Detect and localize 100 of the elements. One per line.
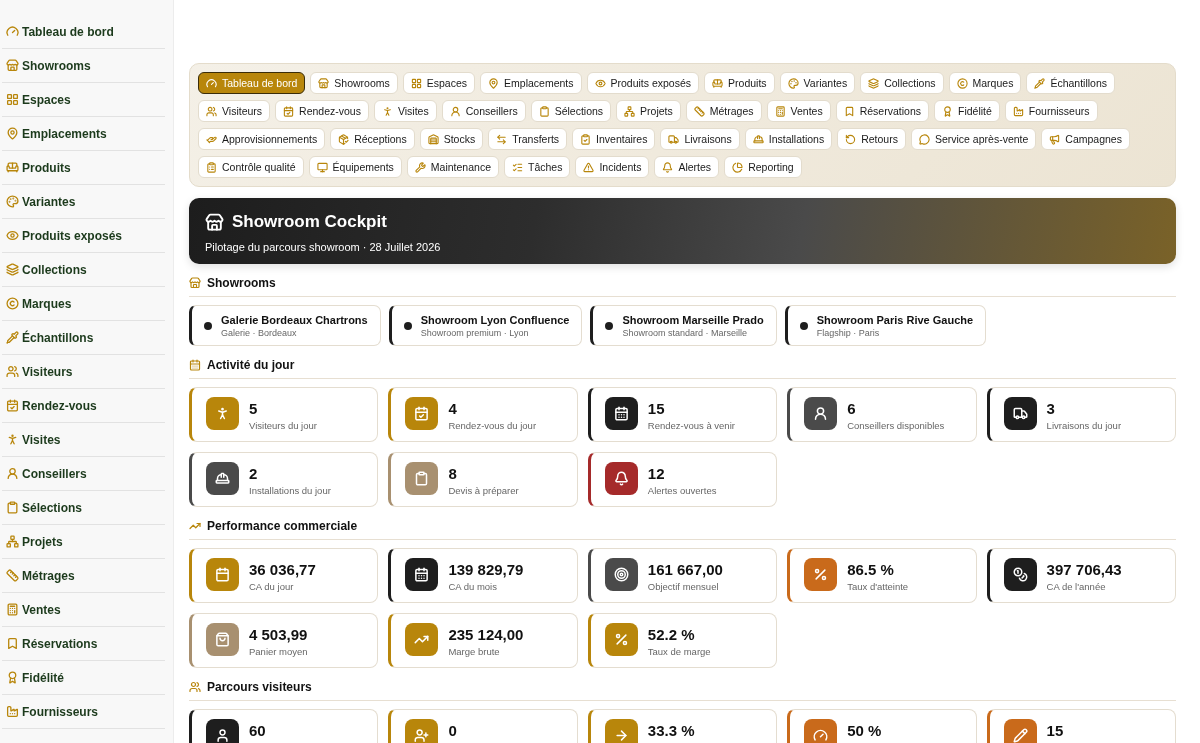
sidebar-item[interactable]: Projets [2, 525, 165, 559]
nav-tab[interactable]: Showrooms [310, 72, 398, 94]
showroom-card[interactable]: Showroom Marseille Prado Showroom standard · Marseille [590, 305, 777, 346]
section-title: Parcours visiteurs [207, 680, 312, 694]
sidebar-item[interactable]: Ventes [2, 593, 165, 627]
nav-tab[interactable]: Contrôle qualité [198, 156, 304, 178]
nav-tab[interactable]: Produits exposés [586, 72, 700, 94]
truck-icon [1003, 397, 1037, 430]
nav-tab[interactable]: Retours [837, 128, 906, 150]
sidebar-item[interactable]: Fidélité [2, 661, 165, 695]
nav-tab[interactable]: Fidélité [933, 100, 1000, 122]
showroom-name: Showroom Marseille Prado [622, 313, 764, 326]
showroom-card[interactable]: Showroom Lyon Confluence Showroom premium · Lyon [388, 305, 583, 346]
nav-tab[interactable]: Stocks [419, 128, 484, 150]
metric-label: Taux d'atteinte [847, 581, 909, 592]
nav-tab[interactable]: Sélections [530, 100, 612, 122]
sidebar-item[interactable]: Marques [2, 287, 165, 321]
walking-person-icon [206, 397, 239, 430]
ruler-icon [693, 105, 705, 117]
nav-tab[interactable]: Conseillers [441, 100, 526, 122]
clipboard-icon [405, 462, 439, 495]
nav-tab[interactable]: Échantillons [1026, 72, 1115, 94]
eye-icon [6, 229, 19, 242]
sidebar-item[interactable]: Collections [2, 253, 165, 287]
showroom-name: Galerie Bordeaux Chartrons [221, 313, 368, 326]
calendar-icon [189, 359, 201, 371]
sidebar-item[interactable]: Rendez-vous [2, 389, 165, 423]
metric-value: 15 [647, 400, 666, 417]
sidebar-item[interactable]: Tableau de bord [2, 15, 165, 49]
status-dot [605, 321, 614, 330]
nav-tab[interactable]: Maintenance [406, 156, 499, 178]
nav-tab[interactable]: Visites [373, 100, 437, 122]
metric-label: Installations du jour [249, 485, 331, 496]
showroom-card[interactable]: Showroom Paris Rive Gauche Flagship · Paris [784, 305, 987, 346]
sidebar-item[interactable]: Visites [2, 423, 165, 457]
sidebar-item[interactable]: Produits exposés [2, 219, 165, 253]
nav-tab[interactable]: Métrages [685, 100, 762, 122]
sidebar-item[interactable]: Visiteurs [2, 355, 165, 389]
sidebar-item[interactable]: Variantes [2, 185, 165, 219]
metric-value: 12 [647, 465, 666, 482]
walking-person-icon [381, 105, 393, 117]
nav-tab[interactable]: Collections [860, 72, 944, 94]
store-icon [205, 212, 224, 232]
nav-tab[interactable]: Installations [744, 128, 833, 150]
calendar-icon [604, 397, 638, 430]
nav-tab[interactable]: Espaces [402, 72, 476, 94]
nav-tab[interactable]: Visiteurs [198, 100, 271, 122]
hero-subtitle: Pilotage du parcours showroom · 28 Juillet 2026 [205, 241, 442, 253]
nav-tab[interactable]: Campagnes [1041, 128, 1130, 150]
nav-tab[interactable]: Incidents [575, 156, 650, 178]
nav-tab[interactable]: Marques [948, 72, 1022, 94]
nav-tab[interactable]: Alertes [654, 156, 720, 178]
pipette-icon [6, 331, 19, 344]
nav-tab[interactable]: Variantes [779, 72, 856, 94]
nav-tab[interactable]: Produits [704, 72, 775, 94]
sidebar-item[interactable]: Espaces [2, 83, 165, 117]
shopping-bag-icon [206, 623, 239, 656]
status-dot [403, 321, 412, 330]
sidebar-item[interactable]: Sélections [2, 491, 165, 525]
sidebar-item[interactable]: Échantillons [2, 321, 165, 355]
sidebar-item[interactable]: Fournisseurs [2, 695, 165, 729]
sidebar-item[interactable]: Emplacements [2, 117, 165, 151]
calendar-check-icon [6, 399, 19, 412]
nav-tab[interactable]: Tâches [503, 156, 571, 178]
package-check-icon [338, 133, 350, 145]
monitor-icon [316, 161, 328, 173]
section-title: Performance commerciale [207, 519, 358, 533]
nav-tab[interactable]: Transferts [488, 128, 568, 150]
nav-tab[interactable]: Réservations [835, 100, 929, 122]
nav-tab[interactable]: Service après-vente [910, 128, 1037, 150]
calculator-icon [6, 603, 19, 616]
nav-tab[interactable]: Reporting [724, 156, 802, 178]
nav-tab[interactable]: Projets [616, 100, 681, 122]
sidebar-item[interactable]: Métrages [2, 559, 165, 593]
sidebar-item[interactable]: Conseillers [2, 457, 165, 491]
showroom-card[interactable]: Galerie Bordeaux Chartrons Galerie · Bordeaux [189, 305, 381, 346]
hero-title: Showroom Cockpit [232, 212, 387, 232]
sidebar-item[interactable]: Produits [2, 151, 165, 185]
nav-tab[interactable]: Réceptions [330, 128, 415, 150]
palette-icon [787, 77, 799, 89]
user-icon [804, 397, 838, 430]
metric-value: 50 % [847, 722, 882, 739]
nav-tab[interactable]: Fournisseurs [1004, 100, 1098, 122]
wrench-icon [414, 161, 426, 173]
percent-icon [804, 558, 838, 591]
metric-value: 8 [448, 465, 458, 482]
nav-tab[interactable]: Livraisons [660, 128, 740, 150]
sidebar-item[interactable]: Showrooms [2, 49, 165, 83]
nav-tab[interactable]: Équipements [308, 156, 402, 178]
metric-label: CA de l'année [1046, 581, 1107, 592]
nav-tab[interactable]: Approvisionnements [198, 128, 326, 150]
nav-tab[interactable]: Ventes [766, 100, 831, 122]
calendar-icon [206, 558, 239, 591]
nav-tab[interactable]: Emplacements [480, 72, 582, 94]
sidebar-item[interactable]: Réservations [2, 627, 165, 661]
award-icon [941, 105, 953, 117]
metric-value: 4 [448, 400, 458, 417]
nav-tab[interactable]: Rendez-vous [275, 100, 369, 122]
coins-icon [1003, 558, 1037, 591]
nav-tab[interactable]: Inventaires [572, 128, 656, 150]
